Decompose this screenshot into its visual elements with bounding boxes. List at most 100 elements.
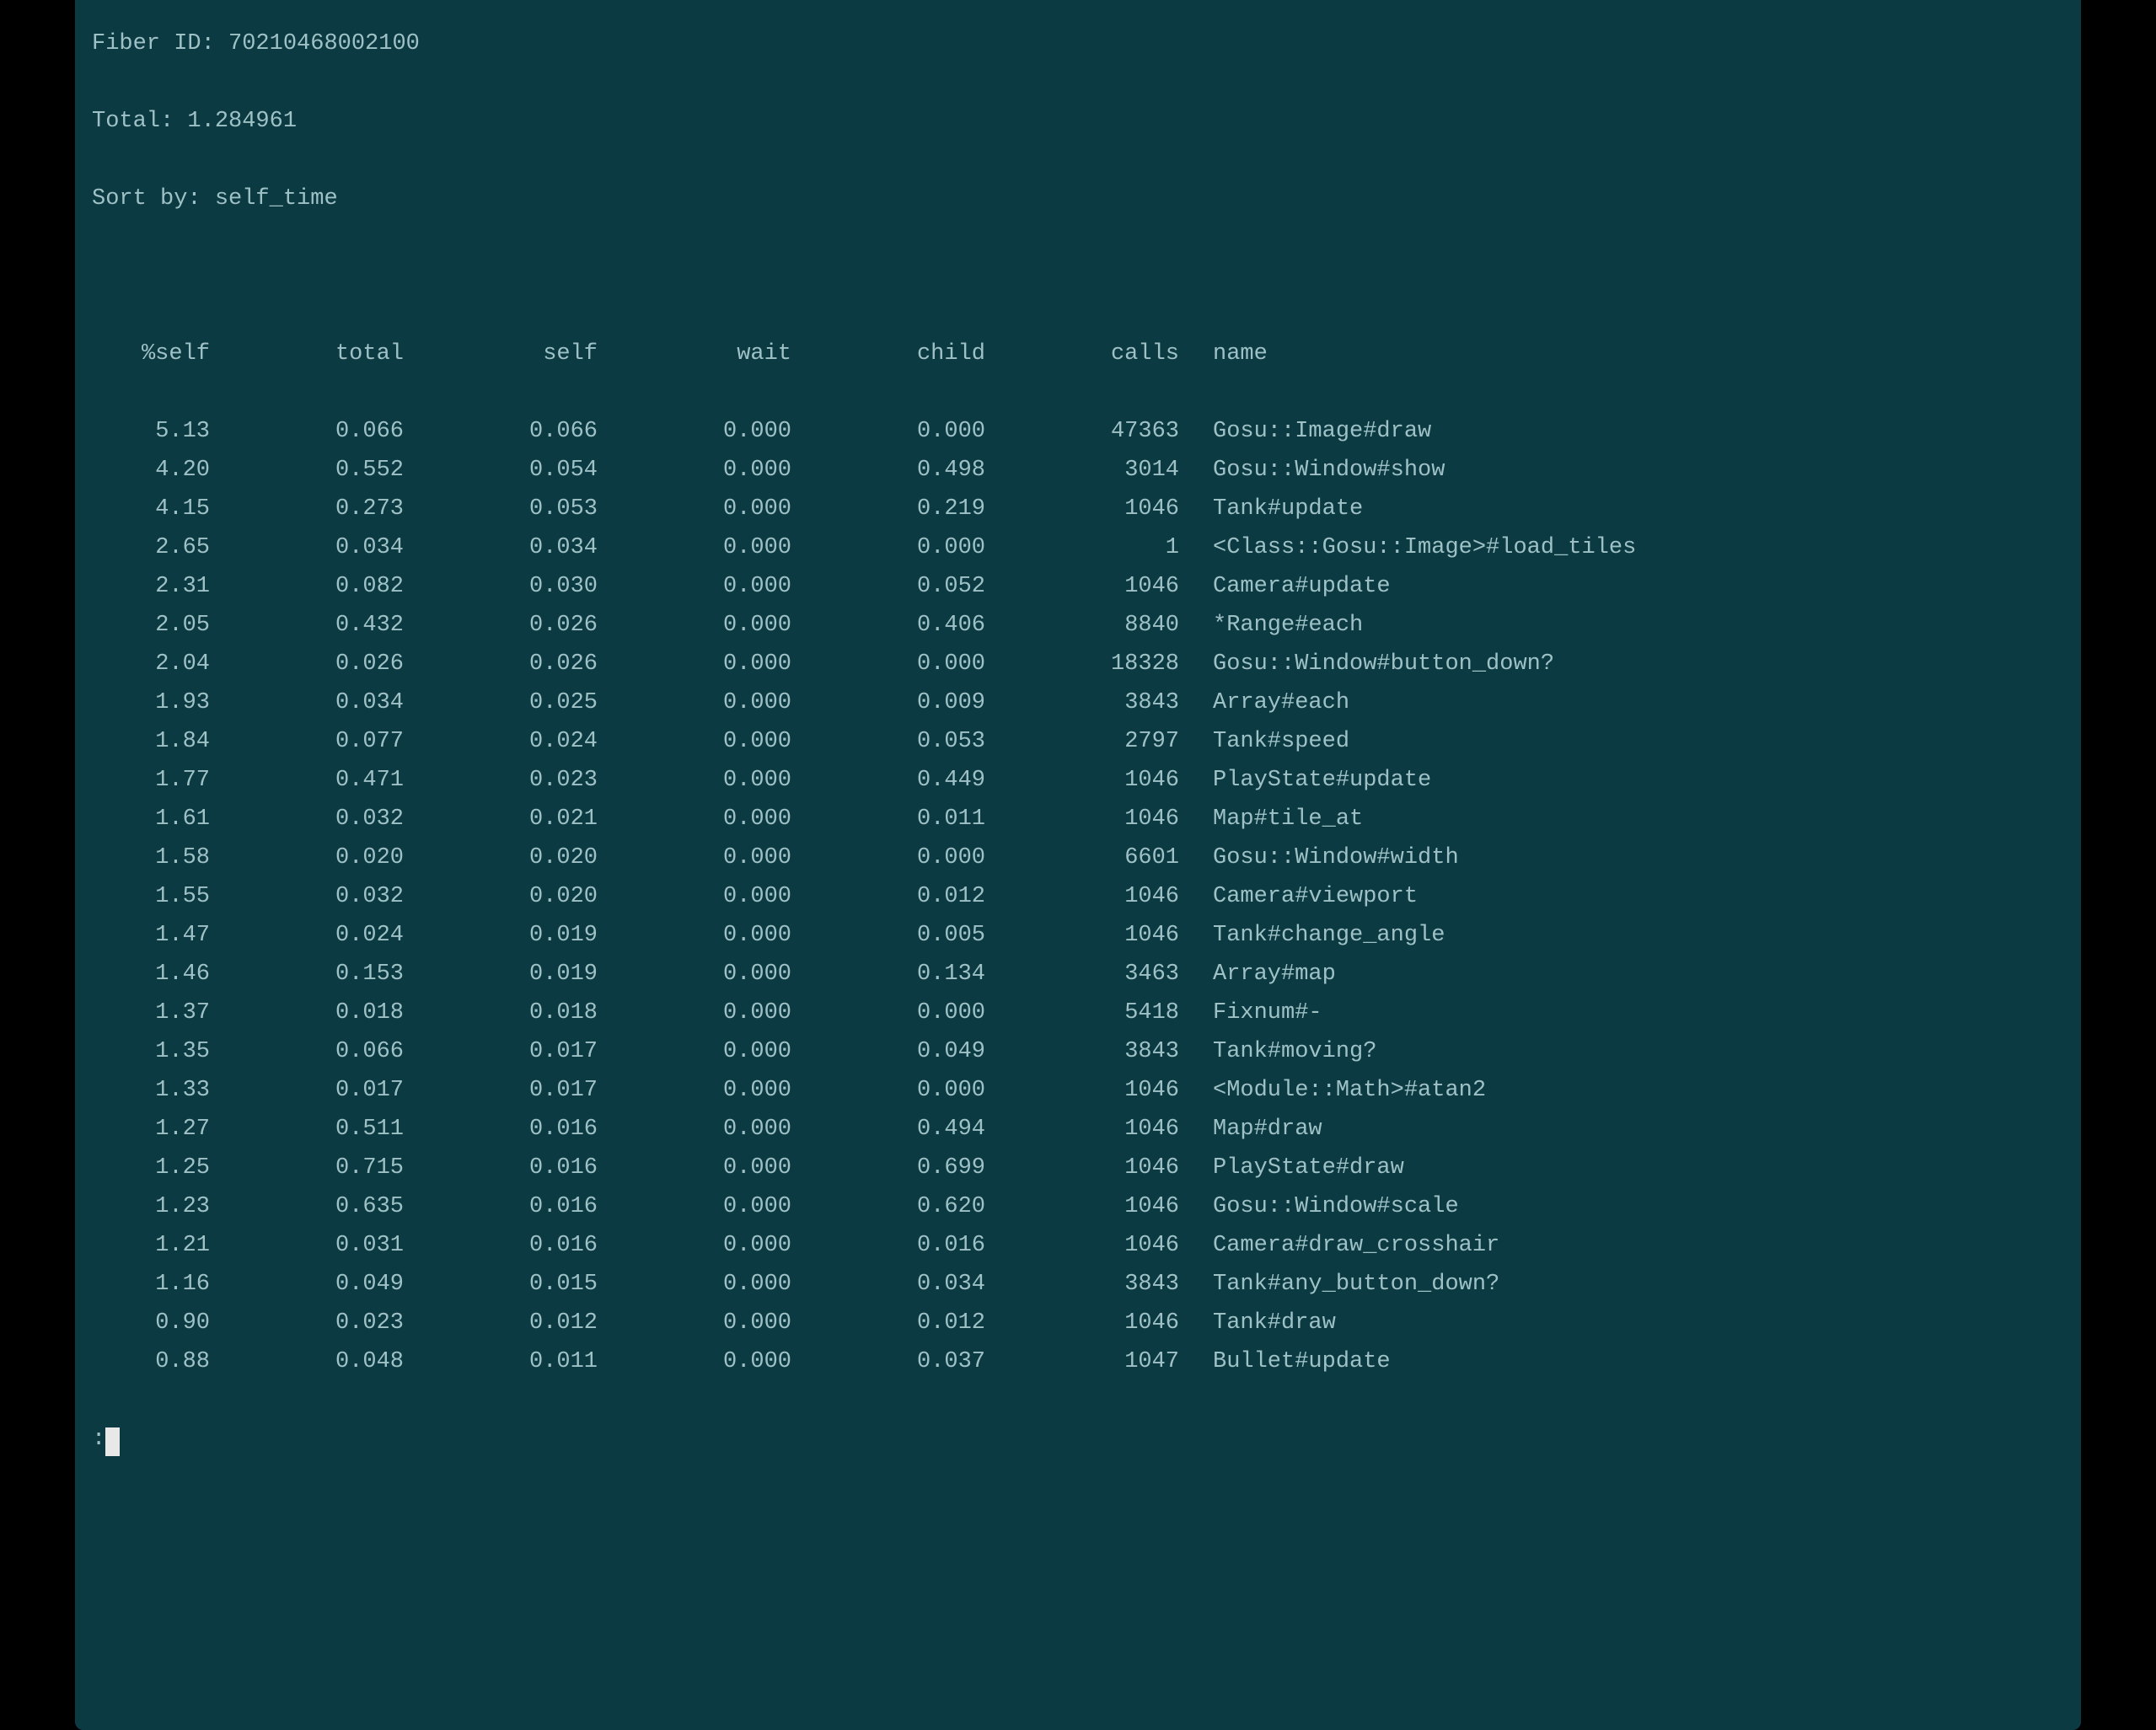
- cell-name: Camera#viewport: [1213, 877, 2064, 916]
- cell-self-pct: 1.84: [92, 722, 210, 761]
- cell-calls: 1046: [985, 916, 1179, 955]
- cell-self: 0.053: [404, 490, 598, 528]
- cell-calls: 1046: [985, 490, 1179, 528]
- table-row: 1.270.5110.0160.0000.4941046Map#draw: [92, 1110, 2064, 1149]
- cell-total: 0.552: [210, 451, 404, 490]
- cell-calls: 3843: [985, 683, 1179, 722]
- cell-self-pct: 4.15: [92, 490, 210, 528]
- table-header: %selftotalselfwaitchildcallsname: [92, 335, 2064, 373]
- cell-self-pct: 1.25: [92, 1149, 210, 1187]
- cell-self: 0.024: [404, 722, 598, 761]
- cell-child: 0.012: [791, 877, 985, 916]
- cell-self-pct: 1.61: [92, 800, 210, 838]
- cell-total: 0.471: [210, 761, 404, 800]
- cell-wait: 0.000: [598, 1187, 791, 1226]
- cell-calls: 3463: [985, 955, 1179, 994]
- col-self-pct: %self: [92, 335, 210, 373]
- cell-child: 0.000: [791, 838, 985, 877]
- table-body: 5.130.0660.0660.0000.00047363Gosu::Image…: [92, 412, 2064, 1381]
- cell-calls: 1047: [985, 1342, 1179, 1381]
- cell-child: 0.053: [791, 722, 985, 761]
- cell-name: Array#map: [1213, 955, 2064, 994]
- cell-self-pct: 5.13: [92, 412, 210, 451]
- cell-name: Gosu::Image#draw: [1213, 412, 2064, 451]
- cell-self-pct: 2.31: [92, 567, 210, 606]
- cell-child: 0.037: [791, 1342, 985, 1381]
- header-sort: Sort by: self_time: [92, 179, 2064, 218]
- table-row: 2.050.4320.0260.0000.4068840*Range#each: [92, 606, 2064, 645]
- cell-calls: 6601: [985, 838, 1179, 877]
- cell-total: 0.082: [210, 567, 404, 606]
- cell-total: 0.031: [210, 1226, 404, 1265]
- cell-total: 0.017: [210, 1071, 404, 1110]
- cell-total: 0.715: [210, 1149, 404, 1187]
- pager-colon: :: [92, 1420, 105, 1459]
- cell-name: Map#draw: [1213, 1110, 2064, 1149]
- cell-wait: 0.000: [598, 490, 791, 528]
- cell-name: PlayState#update: [1213, 761, 2064, 800]
- cell-wait: 0.000: [598, 955, 791, 994]
- cell-child: 0.000: [791, 412, 985, 451]
- cell-total: 0.034: [210, 528, 404, 567]
- table-row: 1.230.6350.0160.0000.6201046Gosu::Window…: [92, 1187, 2064, 1226]
- table-row: 2.310.0820.0300.0000.0521046Camera#updat…: [92, 567, 2064, 606]
- cursor-icon: [105, 1427, 120, 1456]
- table-row: 1.250.7150.0160.0000.6991046PlayState#dr…: [92, 1149, 2064, 1187]
- cell-wait: 0.000: [598, 606, 791, 645]
- cell-self-pct: 1.55: [92, 877, 210, 916]
- table-row: 1.350.0660.0170.0000.0493843Tank#moving?: [92, 1032, 2064, 1071]
- cell-self: 0.019: [404, 955, 598, 994]
- cell-self: 0.023: [404, 761, 598, 800]
- cell-name: Camera#update: [1213, 567, 2064, 606]
- col-total: total: [210, 335, 404, 373]
- cell-child: 0.005: [791, 916, 985, 955]
- table-row: 1.160.0490.0150.0000.0343843Tank#any_but…: [92, 1265, 2064, 1304]
- cell-self: 0.011: [404, 1342, 598, 1381]
- cell-self-pct: 1.27: [92, 1110, 210, 1149]
- cell-self: 0.012: [404, 1304, 598, 1342]
- cell-name: Tank#update: [1213, 490, 2064, 528]
- col-calls: calls: [985, 335, 1179, 373]
- cell-total: 0.077: [210, 722, 404, 761]
- cell-calls: 3014: [985, 451, 1179, 490]
- cell-name: Tank#speed: [1213, 722, 2064, 761]
- cell-self: 0.066: [404, 412, 598, 451]
- cell-child: 0.000: [791, 528, 985, 567]
- cell-wait: 0.000: [598, 994, 791, 1032]
- cell-calls: 1046: [985, 800, 1179, 838]
- cell-total: 0.032: [210, 800, 404, 838]
- cell-self-pct: 1.93: [92, 683, 210, 722]
- cell-wait: 0.000: [598, 877, 791, 916]
- table-row: 0.900.0230.0120.0000.0121046Tank#draw: [92, 1304, 2064, 1342]
- col-wait: wait: [598, 335, 791, 373]
- cell-self: 0.025: [404, 683, 598, 722]
- cell-calls: 1046: [985, 877, 1179, 916]
- cell-calls: 5418: [985, 994, 1179, 1032]
- cell-wait: 0.000: [598, 645, 791, 683]
- cell-calls: 3843: [985, 1032, 1179, 1071]
- cell-child: 0.000: [791, 645, 985, 683]
- cell-name: Gosu::Window#scale: [1213, 1187, 2064, 1226]
- cell-self: 0.018: [404, 994, 598, 1032]
- cell-total: 0.066: [210, 1032, 404, 1071]
- table-row: 1.770.4710.0230.0000.4491046PlayState#up…: [92, 761, 2064, 800]
- cell-name: <Module::Math>#atan2: [1213, 1071, 2064, 1110]
- cell-wait: 0.000: [598, 1032, 791, 1071]
- cell-wait: 0.000: [598, 1304, 791, 1342]
- cell-name: Array#each: [1213, 683, 2064, 722]
- cell-name: Gosu::Window#show: [1213, 451, 2064, 490]
- cell-child: 0.052: [791, 567, 985, 606]
- cell-self-pct: 0.88: [92, 1342, 210, 1381]
- cell-name: Fixnum#-: [1213, 994, 2064, 1032]
- cell-calls: 2797: [985, 722, 1179, 761]
- cell-self: 0.026: [404, 606, 598, 645]
- table-row: 5.130.0660.0660.0000.00047363Gosu::Image…: [92, 412, 2064, 451]
- pager-prompt[interactable]: :: [92, 1420, 2064, 1459]
- cell-self-pct: 0.90: [92, 1304, 210, 1342]
- cell-child: 0.699: [791, 1149, 985, 1187]
- cell-wait: 0.000: [598, 451, 791, 490]
- cell-calls: 1046: [985, 1110, 1179, 1149]
- blank-line: [92, 257, 2064, 296]
- terminal-content[interactable]: ➜ code git:(master) ✗ ENABLE_PROFILING=1…: [75, 0, 2081, 1730]
- cell-child: 0.000: [791, 994, 985, 1032]
